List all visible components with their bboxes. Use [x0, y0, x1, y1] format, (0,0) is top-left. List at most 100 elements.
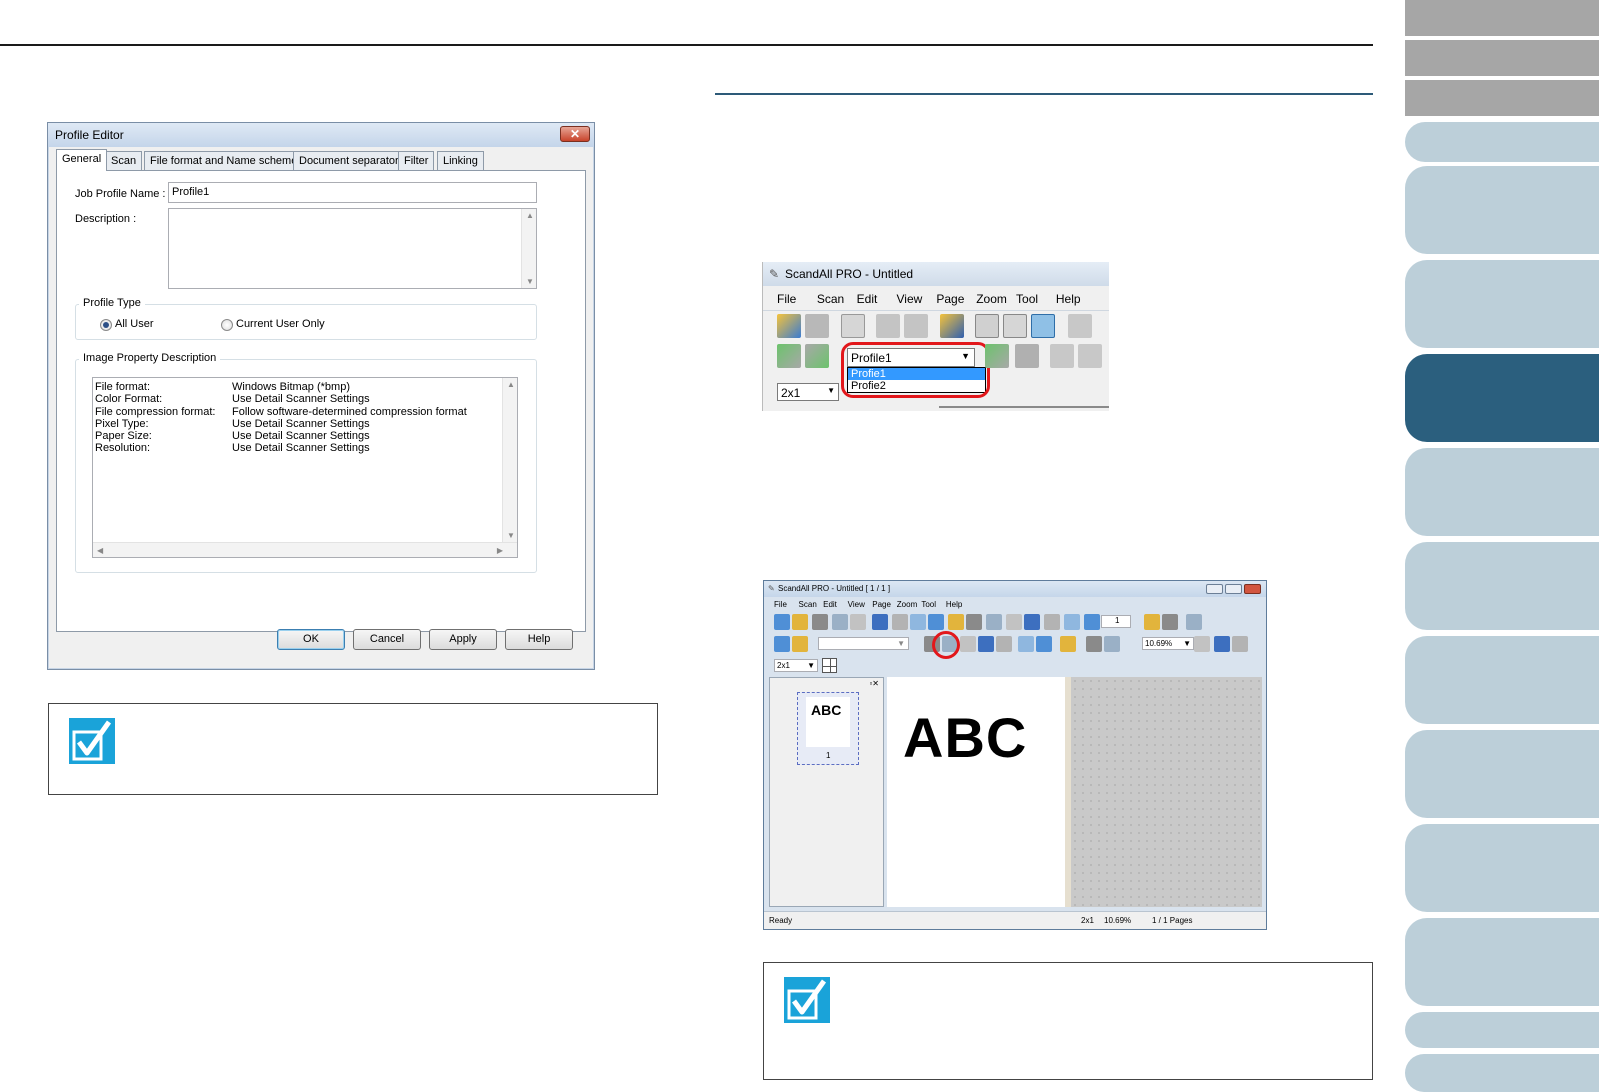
tab-file-format[interactable]: File format and Name scheme — [144, 151, 304, 170]
ocr-all-icon[interactable] — [1031, 314, 1055, 338]
cancel-button[interactable]: Cancel — [353, 629, 421, 650]
toolbar-button-icon[interactable] — [1060, 636, 1076, 652]
open-icon[interactable] — [777, 314, 801, 338]
nav-tab-top-2[interactable] — [1405, 40, 1599, 76]
toolbar-button-icon[interactable] — [1036, 636, 1052, 652]
print-icon[interactable] — [876, 314, 900, 338]
description-textarea[interactable]: ▲ ▼ — [168, 208, 537, 289]
save-icon[interactable] — [805, 314, 829, 338]
toolbar-button-icon[interactable] — [1006, 614, 1022, 630]
job-profile-name-input[interactable]: Profile1 — [168, 182, 537, 203]
toolbar-button-icon[interactable] — [872, 614, 888, 630]
nav-tab-2[interactable] — [1405, 166, 1599, 254]
menu-page[interactable]: Page — [872, 600, 891, 609]
toolbar-button-icon[interactable] — [850, 614, 866, 630]
scroll-right-icon[interactable]: ▶ — [497, 546, 503, 555]
current-user-label[interactable]: Current User Only — [236, 318, 325, 330]
profile-dropdown[interactable]: ▼ — [818, 637, 909, 650]
toolbar-button-icon[interactable] — [928, 614, 944, 630]
chevron-down-icon[interactable]: ▼ — [1183, 639, 1191, 648]
help-button[interactable]: Help — [505, 629, 573, 650]
nav-tab-top-3[interactable] — [1405, 80, 1599, 116]
menu-help[interactable]: Help — [1056, 292, 1081, 306]
export-icon[interactable] — [940, 314, 964, 338]
tab-filter[interactable]: Filter — [398, 151, 435, 170]
zoom-dropdown[interactable]: 10.69% ▼ — [1142, 637, 1194, 650]
menu-zoom[interactable]: Zoom — [976, 292, 1007, 306]
toolbar-button-icon[interactable] — [1024, 614, 1040, 630]
tab-general[interactable]: General — [56, 149, 108, 171]
nav-tab-top-1[interactable] — [1405, 0, 1599, 36]
toolbar-button-icon[interactable] — [892, 614, 908, 630]
panel-close-icon[interactable]: ▫✕ — [869, 679, 879, 688]
thumbnail-item[interactable]: ABC 1 — [797, 692, 859, 765]
tab-linking[interactable]: Linking — [437, 151, 484, 170]
menu-file[interactable]: File — [774, 600, 787, 609]
property-hscrollbar[interactable]: ◀ ▶ — [93, 542, 517, 557]
ok-button[interactable]: OK — [277, 629, 345, 650]
all-user-radio[interactable] — [100, 319, 112, 331]
layout-dropdown[interactable]: 2x1 ▼ — [777, 383, 839, 401]
toolbar-button-icon[interactable] — [1104, 636, 1120, 652]
close-icon[interactable] — [1244, 584, 1261, 594]
menu-scan[interactable]: Scan — [817, 292, 844, 306]
scroll-left-icon[interactable]: ◀ — [97, 546, 103, 555]
menu-tool[interactable]: Tool — [921, 600, 936, 609]
toolbar-button-icon[interactable] — [978, 636, 994, 652]
menu-edit[interactable]: Edit — [857, 292, 878, 306]
toolbar-button-icon[interactable] — [1232, 636, 1248, 652]
menu-help[interactable]: Help — [946, 600, 962, 609]
toolbar-button-icon[interactable] — [1186, 614, 1202, 630]
toolbar-button-icon[interactable] — [1064, 614, 1080, 630]
tab-document-separator[interactable]: Document separator — [293, 151, 405, 170]
toolbar-button-icon[interactable] — [832, 614, 848, 630]
menu-view[interactable]: View — [897, 292, 923, 306]
all-user-label[interactable]: All User — [115, 318, 154, 330]
toolbar-button-icon[interactable] — [1144, 614, 1160, 630]
menu-file[interactable]: File — [777, 292, 796, 306]
toolbar-button-icon[interactable] — [948, 614, 964, 630]
toolbar-button-icon[interactable] — [1162, 614, 1178, 630]
nav-tab-8[interactable] — [1405, 730, 1599, 818]
scroll-up-icon[interactable]: ▲ — [526, 211, 534, 220]
nav-tab-11[interactable] — [1405, 1012, 1599, 1048]
toolbar-button-icon[interactable] — [1194, 636, 1210, 652]
chevron-down-icon[interactable]: ▼ — [807, 661, 815, 670]
ocr-page-icon[interactable] — [1003, 314, 1027, 338]
toolbar-button-icon[interactable] — [792, 614, 808, 630]
toolbar-button-icon[interactable] — [1018, 636, 1034, 652]
maximize-icon[interactable] — [1225, 584, 1242, 594]
grid-view-icon[interactable] — [822, 658, 837, 673]
ocr-icon[interactable] — [975, 314, 999, 338]
layout-dropdown[interactable]: 2x1 ▼ — [774, 659, 818, 672]
toolbar-button-icon[interactable] — [910, 614, 926, 630]
chevron-down-icon[interactable]: ▼ — [897, 639, 905, 648]
scan-icon[interactable] — [985, 344, 1009, 368]
copy-icon[interactable] — [904, 314, 928, 338]
toolbar-button-icon[interactable] — [1214, 636, 1230, 652]
toolbar-button-icon[interactable] — [1086, 636, 1102, 652]
nav-tab-7[interactable] — [1405, 636, 1599, 724]
scroll-up-icon[interactable]: ▲ — [507, 380, 515, 389]
menu-zoom[interactable]: Zoom — [897, 600, 917, 609]
scroll-down-icon[interactable]: ▼ — [507, 531, 515, 540]
apply-button[interactable]: Apply — [429, 629, 497, 650]
nav-tab-1[interactable] — [1405, 122, 1599, 162]
minimize-icon[interactable] — [1206, 584, 1223, 594]
menu-page[interactable]: Page — [936, 292, 964, 306]
toolbar-button-icon[interactable] — [792, 636, 808, 652]
scan-batch-icon[interactable] — [805, 344, 829, 368]
scan-append-icon[interactable] — [1015, 344, 1039, 368]
nav-tab-10[interactable] — [1405, 918, 1599, 1006]
current-user-radio[interactable] — [221, 319, 233, 331]
document-view[interactable]: ABC — [887, 677, 1065, 907]
property-vscrollbar[interactable]: ▲ ▼ — [502, 378, 517, 542]
properties-icon[interactable] — [841, 314, 865, 338]
nav-tab-9[interactable] — [1405, 824, 1599, 912]
menu-edit[interactable]: Edit — [823, 600, 837, 609]
toolbar-button-icon[interactable] — [812, 614, 828, 630]
scan-insert-icon[interactable] — [1050, 344, 1074, 368]
scan-settings-icon[interactable] — [777, 344, 801, 368]
nav-tab-3[interactable] — [1405, 260, 1599, 348]
description-scrollbar[interactable]: ▲ ▼ — [521, 209, 536, 288]
